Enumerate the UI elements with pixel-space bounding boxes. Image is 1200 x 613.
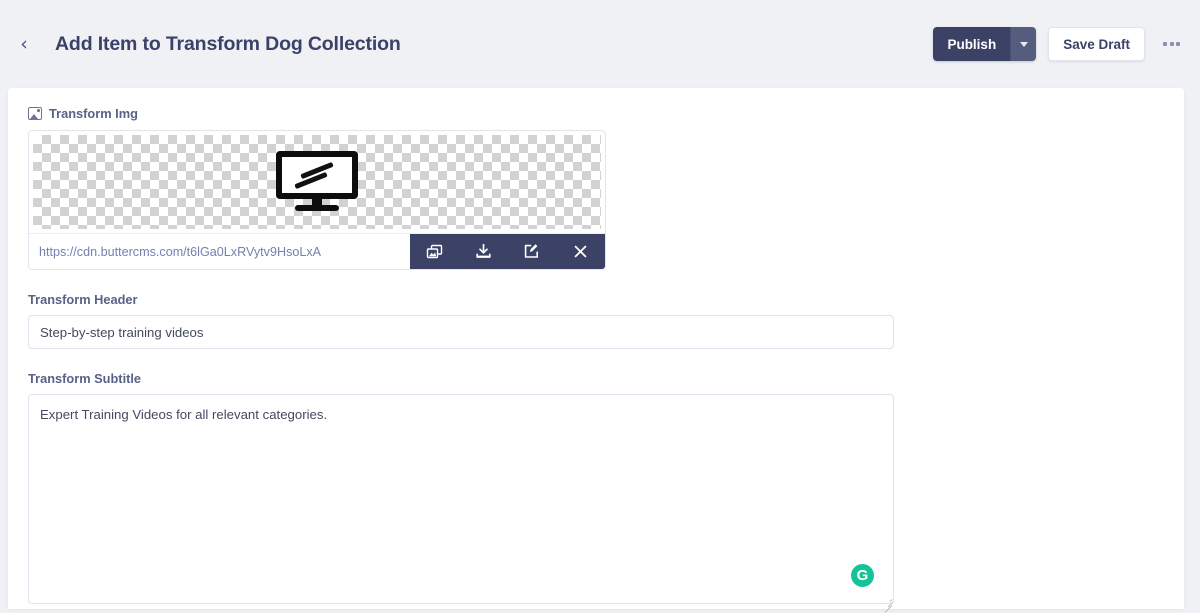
monitor-icon — [276, 151, 358, 213]
image-icon — [28, 107, 42, 120]
duplicate-image-icon[interactable] — [410, 234, 459, 269]
chevron-left-icon: ‹ — [20, 32, 28, 55]
publish-button[interactable]: Publish — [933, 27, 1011, 61]
image-preview[interactable] — [33, 135, 601, 229]
ellipsis-icon — [1163, 42, 1167, 46]
transform-header-input[interactable] — [28, 315, 894, 349]
page-header: ‹ Add Item to Transform Dog Collection P… — [0, 0, 1200, 88]
image-toolbar — [410, 234, 605, 269]
download-icon[interactable] — [459, 234, 508, 269]
close-icon[interactable] — [556, 234, 605, 269]
transform-subtitle-label: Transform Subtitle — [28, 371, 142, 386]
transform-subtitle-field: Transform Subtitle G — [28, 371, 1164, 613]
save-draft-button[interactable]: Save Draft — [1048, 27, 1145, 61]
ellipsis-icon — [1169, 42, 1174, 46]
header-actions: Publish Save Draft — [933, 27, 1184, 61]
page-title: Add Item to Transform Dog Collection — [55, 32, 401, 55]
publish-button-group: Publish — [933, 27, 1037, 61]
more-options-button[interactable] — [1159, 34, 1184, 54]
transform-subtitle-textarea[interactable] — [28, 394, 894, 604]
image-url-row: https://cdn.buttercms.com/t6lGa0LxRVytv9… — [29, 233, 605, 269]
transform-header-field: Transform Header — [28, 292, 1164, 349]
chevron-down-icon — [1019, 41, 1028, 47]
image-upload-widget: https://cdn.buttercms.com/t6lGa0LxRVytv9… — [28, 130, 606, 270]
back-button[interactable]: ‹ — [10, 30, 38, 58]
grammarly-badge-icon[interactable]: G — [851, 564, 874, 587]
form-card: Transform Img https://cdn.buttercms.com/… — [8, 88, 1184, 613]
publish-dropdown-button[interactable] — [1010, 27, 1037, 61]
transform-header-label: Transform Header — [28, 292, 138, 307]
image-url-input[interactable]: https://cdn.buttercms.com/t6lGa0LxRVytv9… — [29, 234, 410, 269]
edit-icon[interactable] — [508, 234, 557, 269]
transform-img-label-row: Transform Img — [28, 106, 1164, 121]
transform-img-field: Transform Img https://cdn.buttercms.com/… — [28, 106, 1164, 270]
transform-img-label: Transform Img — [49, 106, 138, 121]
ellipsis-icon — [1176, 42, 1180, 46]
